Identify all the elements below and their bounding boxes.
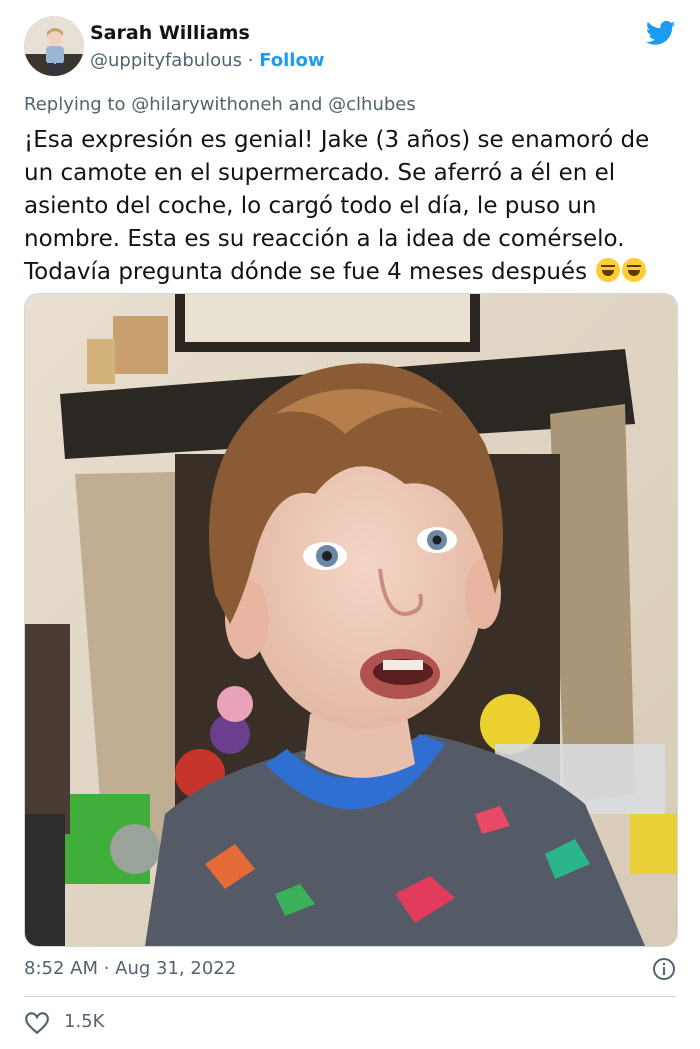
laughing-emoji-icon bbox=[596, 258, 621, 282]
author-name[interactable]: Sarah Williams bbox=[90, 22, 250, 44]
tweet-photo[interactable] bbox=[24, 293, 678, 947]
tweet-header: Sarah Williams @uppityfabulous · Follow bbox=[24, 16, 676, 78]
like-count: 1.5K bbox=[64, 1011, 105, 1032]
tweet-line: Todavía pregunta dónde se fue 4 meses de… bbox=[24, 259, 588, 285]
reply-mention-1[interactable]: @hilarywithoneh bbox=[131, 94, 283, 115]
tweet-line: un camote en el supermercado. Se aferró … bbox=[24, 160, 616, 186]
author-handle-row: @uppityfabulous · Follow bbox=[90, 50, 324, 71]
reply-context: Replying to @hilarywithoneh and @clhubes bbox=[24, 94, 416, 115]
heart-icon[interactable] bbox=[24, 1010, 50, 1036]
tweet-last-line: Todavía pregunta dónde se fue 4 meses de… bbox=[24, 256, 684, 289]
divider bbox=[24, 996, 676, 997]
separator-dot: · bbox=[247, 50, 254, 71]
twitter-bird-icon[interactable] bbox=[646, 18, 676, 48]
reply-joiner: and bbox=[288, 94, 323, 115]
child-photo bbox=[25, 294, 677, 946]
tweet-text: ¡Esa expresión es genial! Jake (3 años) … bbox=[24, 124, 684, 289]
laughing-emoji-icon bbox=[622, 258, 647, 282]
info-icon[interactable] bbox=[652, 957, 676, 981]
tweet-line: asiento del coche, lo cargó todo el día,… bbox=[24, 193, 597, 219]
avatar-image bbox=[24, 16, 84, 76]
tweet-line: ¡Esa expresión es genial! Jake (3 años) … bbox=[24, 127, 650, 153]
tweet-timestamp[interactable]: 8:52 AM · Aug 31, 2022 bbox=[24, 958, 236, 979]
tweet-line: nombre. Esta es su reacción a la idea de… bbox=[24, 226, 625, 252]
reply-mention-2[interactable]: @clhubes bbox=[328, 94, 416, 115]
avatar[interactable] bbox=[24, 16, 84, 76]
author-handle[interactable]: @uppityfabulous bbox=[90, 50, 242, 71]
follow-button[interactable]: Follow bbox=[259, 50, 324, 71]
reply-prefix: Replying to bbox=[24, 94, 126, 115]
